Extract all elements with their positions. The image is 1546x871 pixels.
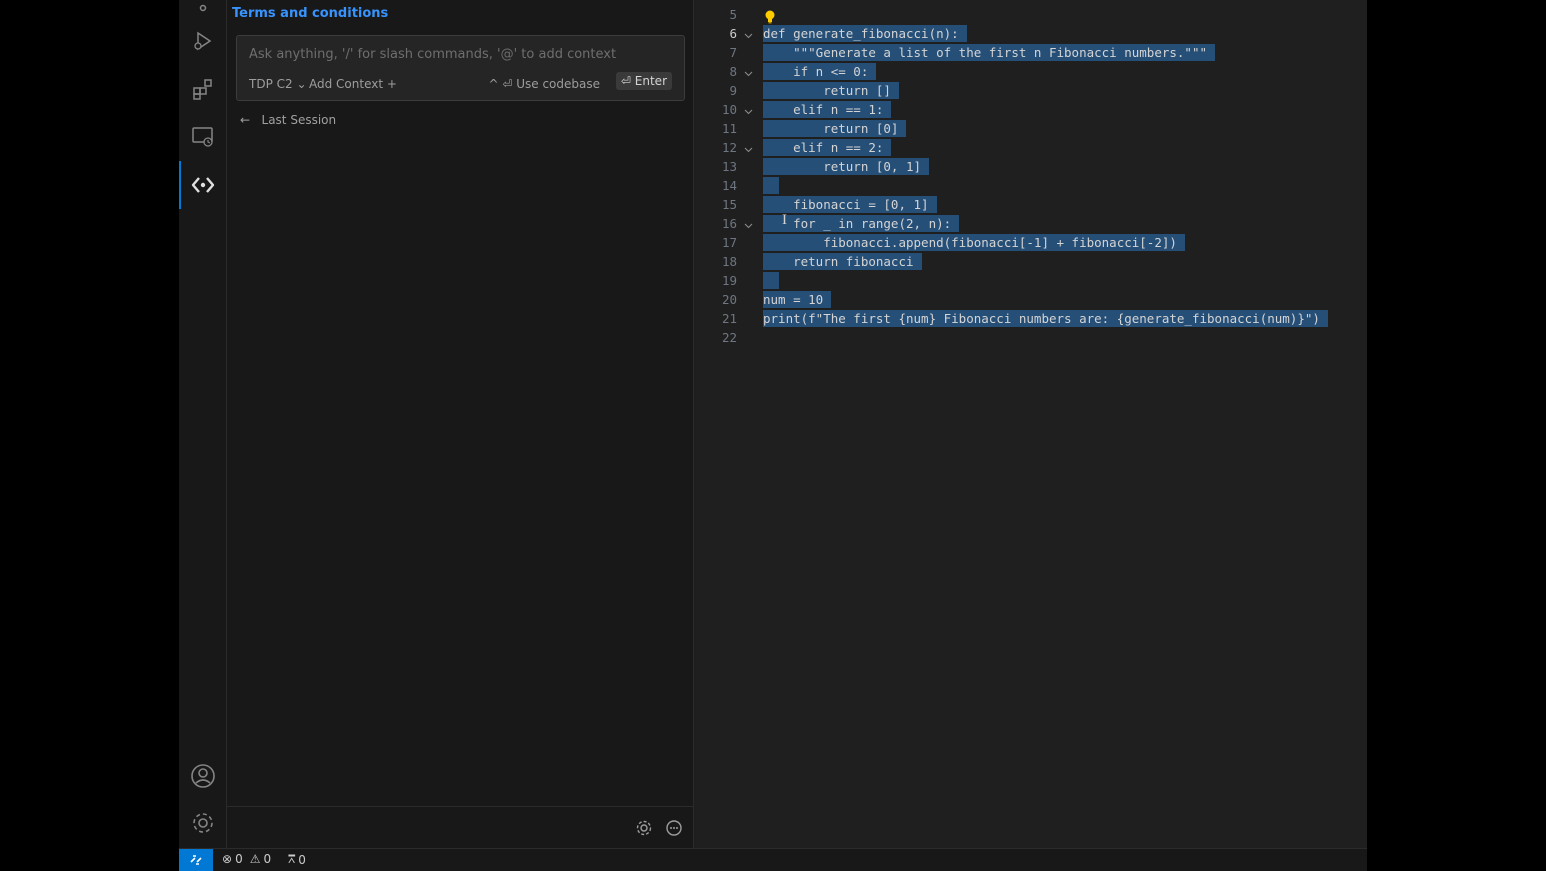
code-text: for _ in range(2, n): [763, 215, 960, 232]
editor-line[interactable]: 11 return [0] [695, 119, 1367, 138]
remote-explorer-icon[interactable] [188, 122, 218, 152]
ports-count: 0 [298, 852, 306, 867]
code-text: """Generate a list of the first n Fibona… [763, 44, 1216, 61]
fold-chevron-icon[interactable] [744, 66, 753, 77]
editor-line[interactable]: 15 fibonacci = [0, 1] [695, 195, 1367, 214]
line-number: 19 [721, 273, 737, 288]
add-context-label: Add Context [309, 77, 384, 91]
editor-line[interactable]: 17 fibonacci.append(fibonacci[-1] + fibo… [695, 233, 1367, 252]
code-editor[interactable]: 5 6 def generate_fibonacci(n): 7 """Generat… [695, 0, 1367, 848]
fold-chevron-icon[interactable] [744, 142, 753, 153]
code-text: return [0] [763, 120, 907, 137]
line-number: 7 [729, 45, 737, 60]
line-number: 22 [721, 330, 737, 345]
more-options-icon[interactable] [664, 818, 684, 838]
chat-input-box[interactable]: Ask anything, '/' for slash commands, '@… [236, 35, 685, 101]
enter-button[interactable]: ⏎ Enter [615, 72, 672, 90]
warning-icon: ⚠ [249, 852, 261, 866]
line-number: 13 [721, 159, 737, 174]
status-bar: ⊗ 0 ⚠ 0 ⩞ 0 [179, 848, 1367, 871]
chat-input-placeholder[interactable]: Ask anything, '/' for slash commands, '@… [249, 47, 616, 62]
line-number: 6 [729, 26, 737, 41]
line-number: 15 [721, 197, 737, 212]
sidebar-footer [227, 806, 693, 849]
code-text [763, 272, 779, 289]
source-control-icon[interactable] [188, 0, 218, 18]
extensions-icon[interactable] [188, 74, 218, 104]
fold-chevron-icon[interactable] [744, 28, 753, 39]
editor-line[interactable]: 6 def generate_fibonacci(n): [695, 24, 1367, 43]
code-text: if n <= 0: [763, 63, 877, 80]
editor-line[interactable]: 21 print(f"The first {num} Fibonacci numb… [695, 309, 1367, 328]
line-number: 5 [729, 7, 737, 22]
editor-line[interactable]: 10 elif n == 1: [695, 100, 1367, 119]
plus-icon: + [386, 77, 397, 91]
editor-line[interactable]: 5 [695, 5, 1367, 24]
fold-chevron-icon[interactable] [744, 218, 753, 229]
editor-line[interactable]: 13 return [0, 1] [695, 157, 1367, 176]
line-number: 17 [721, 235, 737, 250]
line-number: 10 [721, 102, 737, 117]
editor-line[interactable]: 20 num = 10 [695, 290, 1367, 309]
line-number: 12 [721, 140, 737, 155]
arrow-left-icon: ← [240, 113, 251, 127]
line-number: 20 [721, 292, 737, 307]
model-selector[interactable]: TDP C2 ⌄ [249, 77, 307, 91]
fold-chevron-icon[interactable] [744, 104, 753, 115]
code-text [763, 177, 779, 194]
problems-indicator[interactable]: ⊗ 0 ⚠ 0 [222, 852, 271, 866]
line-number: 11 [721, 121, 737, 136]
code-text: fibonacci.append(fibonacci[-1] + fibonac… [763, 234, 1185, 251]
settings-gear-icon[interactable] [188, 808, 218, 838]
line-number: 16 [721, 216, 737, 231]
error-icon: ⊗ [222, 852, 233, 866]
code-text: elif n == 2: [763, 139, 892, 156]
line-number: 18 [721, 254, 737, 269]
run-debug-icon[interactable] [188, 26, 218, 56]
editor-line[interactable]: 16 for _ in range(2, n): [695, 214, 1367, 233]
chat-sidebar: Terms and conditions Ask anything, '/' f… [227, 0, 694, 848]
code-assistant-icon[interactable] [188, 170, 218, 200]
chat-input-toolbar: TDP C2 ⌄ Add Context + ^ ⏎ Use codebase … [249, 72, 672, 95]
warning-count: 0 [263, 852, 272, 866]
error-count: 0 [235, 852, 243, 866]
remote-indicator-icon[interactable] [179, 849, 213, 871]
add-context-button[interactable]: Add Context + [309, 77, 397, 91]
last-session-link[interactable]: ← Last Session [240, 113, 336, 127]
ports-indicator[interactable]: ⩞ 0 [288, 852, 306, 867]
code-text: fibonacci = [0, 1] [763, 196, 937, 213]
code-text: print(f"The first {num} Fibonacci number… [763, 310, 1328, 327]
active-indicator [179, 161, 181, 209]
code-text: return fibonacci [763, 253, 922, 270]
chevron-down-icon: ⌄ [296, 77, 307, 91]
ports-icon: ⩞ [288, 852, 296, 866]
line-number: 14 [721, 178, 737, 193]
mouse-text-cursor-icon: I [782, 212, 787, 228]
code-text: num = 10 [763, 291, 832, 308]
code-text: return [0, 1] [763, 158, 930, 175]
editor-line[interactable]: 12 elif n == 2: [695, 138, 1367, 157]
line-number: 21 [721, 311, 737, 326]
activity-bar [179, 0, 227, 848]
editor-line[interactable]: 22 [695, 328, 1367, 347]
line-number: 8 [729, 64, 737, 79]
line-number: 9 [729, 83, 737, 98]
model-label: TDP C2 [249, 77, 293, 91]
last-session-label: Last Session [261, 113, 337, 127]
code-text: return [] [763, 82, 899, 99]
terms-link[interactable]: Terms and conditions [232, 6, 388, 21]
account-icon[interactable] [188, 761, 218, 791]
editor-line[interactable]: 14 [695, 176, 1367, 195]
chat-settings-gear-icon[interactable] [634, 818, 654, 838]
editor-line[interactable]: 18 return fibonacci [695, 252, 1367, 271]
app-window: Terms and conditions Ask anything, '/' f… [179, 0, 1367, 871]
use-codebase-button[interactable]: ^ ⏎ Use codebase [488, 77, 600, 91]
editor-line[interactable]: 7 """Generate a list of the first n Fibo… [695, 43, 1367, 62]
editor-line[interactable]: 19 [695, 271, 1367, 290]
editor-line[interactable]: 9 return [] [695, 81, 1367, 100]
code-text: def generate_fibonacci(n): [763, 25, 967, 42]
editor-line[interactable]: 8 if n <= 0: [695, 62, 1367, 81]
code-text: elif n == 1: [763, 101, 892, 118]
